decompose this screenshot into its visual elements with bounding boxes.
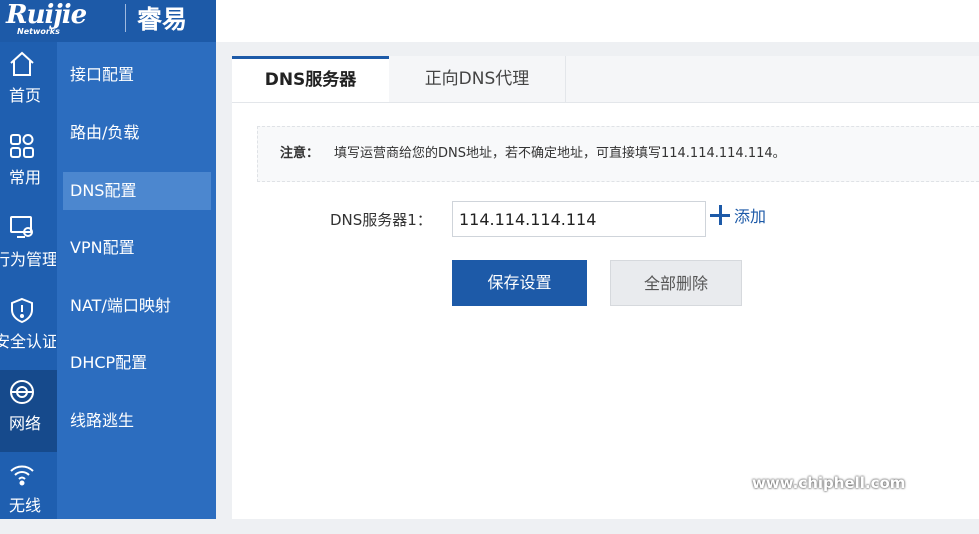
nav-behavior-label: 行为管理 xyxy=(0,250,56,269)
shield-icon xyxy=(11,297,33,324)
nav-home[interactable]: 首页 xyxy=(0,42,57,124)
main-panel: DNS服务器 正向DNS代理 注意： 填写运营商给您的DNS地址，若不确定地址，… xyxy=(232,56,979,519)
tab-forward-dns-proxy[interactable]: 正向DNS代理 xyxy=(389,56,566,102)
monitor-settings-icon xyxy=(10,216,33,238)
submenu-nat[interactable]: NAT/端口映射 xyxy=(63,287,211,325)
brand-name: Ruijie xyxy=(6,0,87,30)
submenu-interface[interactable]: 接口配置 xyxy=(63,56,211,94)
nav-common-label: 常用 xyxy=(8,168,41,187)
nav-security[interactable]: 安全认证 xyxy=(0,288,57,370)
wifi-icon xyxy=(10,465,34,486)
delete-all-button[interactable]: 全部删除 xyxy=(610,260,742,306)
dns1-label: DNS服务器1： xyxy=(330,211,432,229)
nav-wireless-label: 无线 xyxy=(8,496,41,515)
dns1-input[interactable] xyxy=(452,201,706,237)
tab-bar: DNS服务器 正向DNS代理 xyxy=(232,56,979,103)
nav-network-label: 网络 xyxy=(8,414,41,433)
notice-box: 注意： 填写运营商给您的DNS地址，若不确定地址，可直接填写114.114.11… xyxy=(257,126,979,182)
globe-icon xyxy=(10,380,34,404)
nav-network[interactable]: 网络 xyxy=(0,370,57,452)
submenu-line-failover[interactable]: 线路逃生 xyxy=(63,402,211,440)
home-icon xyxy=(10,51,34,76)
submenu-dns[interactable]: DNS配置 xyxy=(63,172,211,210)
submenu-dhcp[interactable]: DHCP配置 xyxy=(63,344,211,382)
nav-common[interactable]: 常用 xyxy=(0,124,57,206)
nav-security-label: 安全认证 xyxy=(0,332,56,351)
notice-key: 注意： xyxy=(280,146,320,161)
tab-dns-server[interactable]: DNS服务器 xyxy=(232,56,389,102)
brand-logo: Ruijie Networks 睿易 xyxy=(0,0,216,42)
brand-product: 睿易 xyxy=(137,5,188,34)
grid-icon xyxy=(10,134,34,158)
nav-home-label: 首页 xyxy=(8,86,41,105)
save-button[interactable]: 保存设置 xyxy=(452,260,587,306)
add-dns-label: 添加 xyxy=(734,207,767,226)
main-nav-rail: 首页 常用 行为管理 安全认证 网络 无线 xyxy=(0,42,57,519)
nav-wireless[interactable]: 无线 xyxy=(0,452,57,534)
nav-behavior[interactable]: 行为管理 xyxy=(0,206,57,288)
add-dns-button[interactable]: 添加 xyxy=(710,205,766,229)
submenu-routing[interactable]: 路由/负载 xyxy=(63,114,211,152)
plus-icon xyxy=(710,205,730,225)
watermark-text: www.chiphell.com xyxy=(752,474,906,492)
notice-text: 填写运营商给您的DNS地址，若不确定地址，可直接填写114.114.114.11… xyxy=(334,146,786,161)
brand-sub: Networks xyxy=(17,27,60,36)
network-submenu: 接口配置 路由/负载 DNS配置 VPN配置 NAT/端口映射 DHCP配置 线… xyxy=(57,42,216,519)
logo-divider xyxy=(125,4,126,32)
submenu-vpn[interactable]: VPN配置 xyxy=(63,229,211,267)
